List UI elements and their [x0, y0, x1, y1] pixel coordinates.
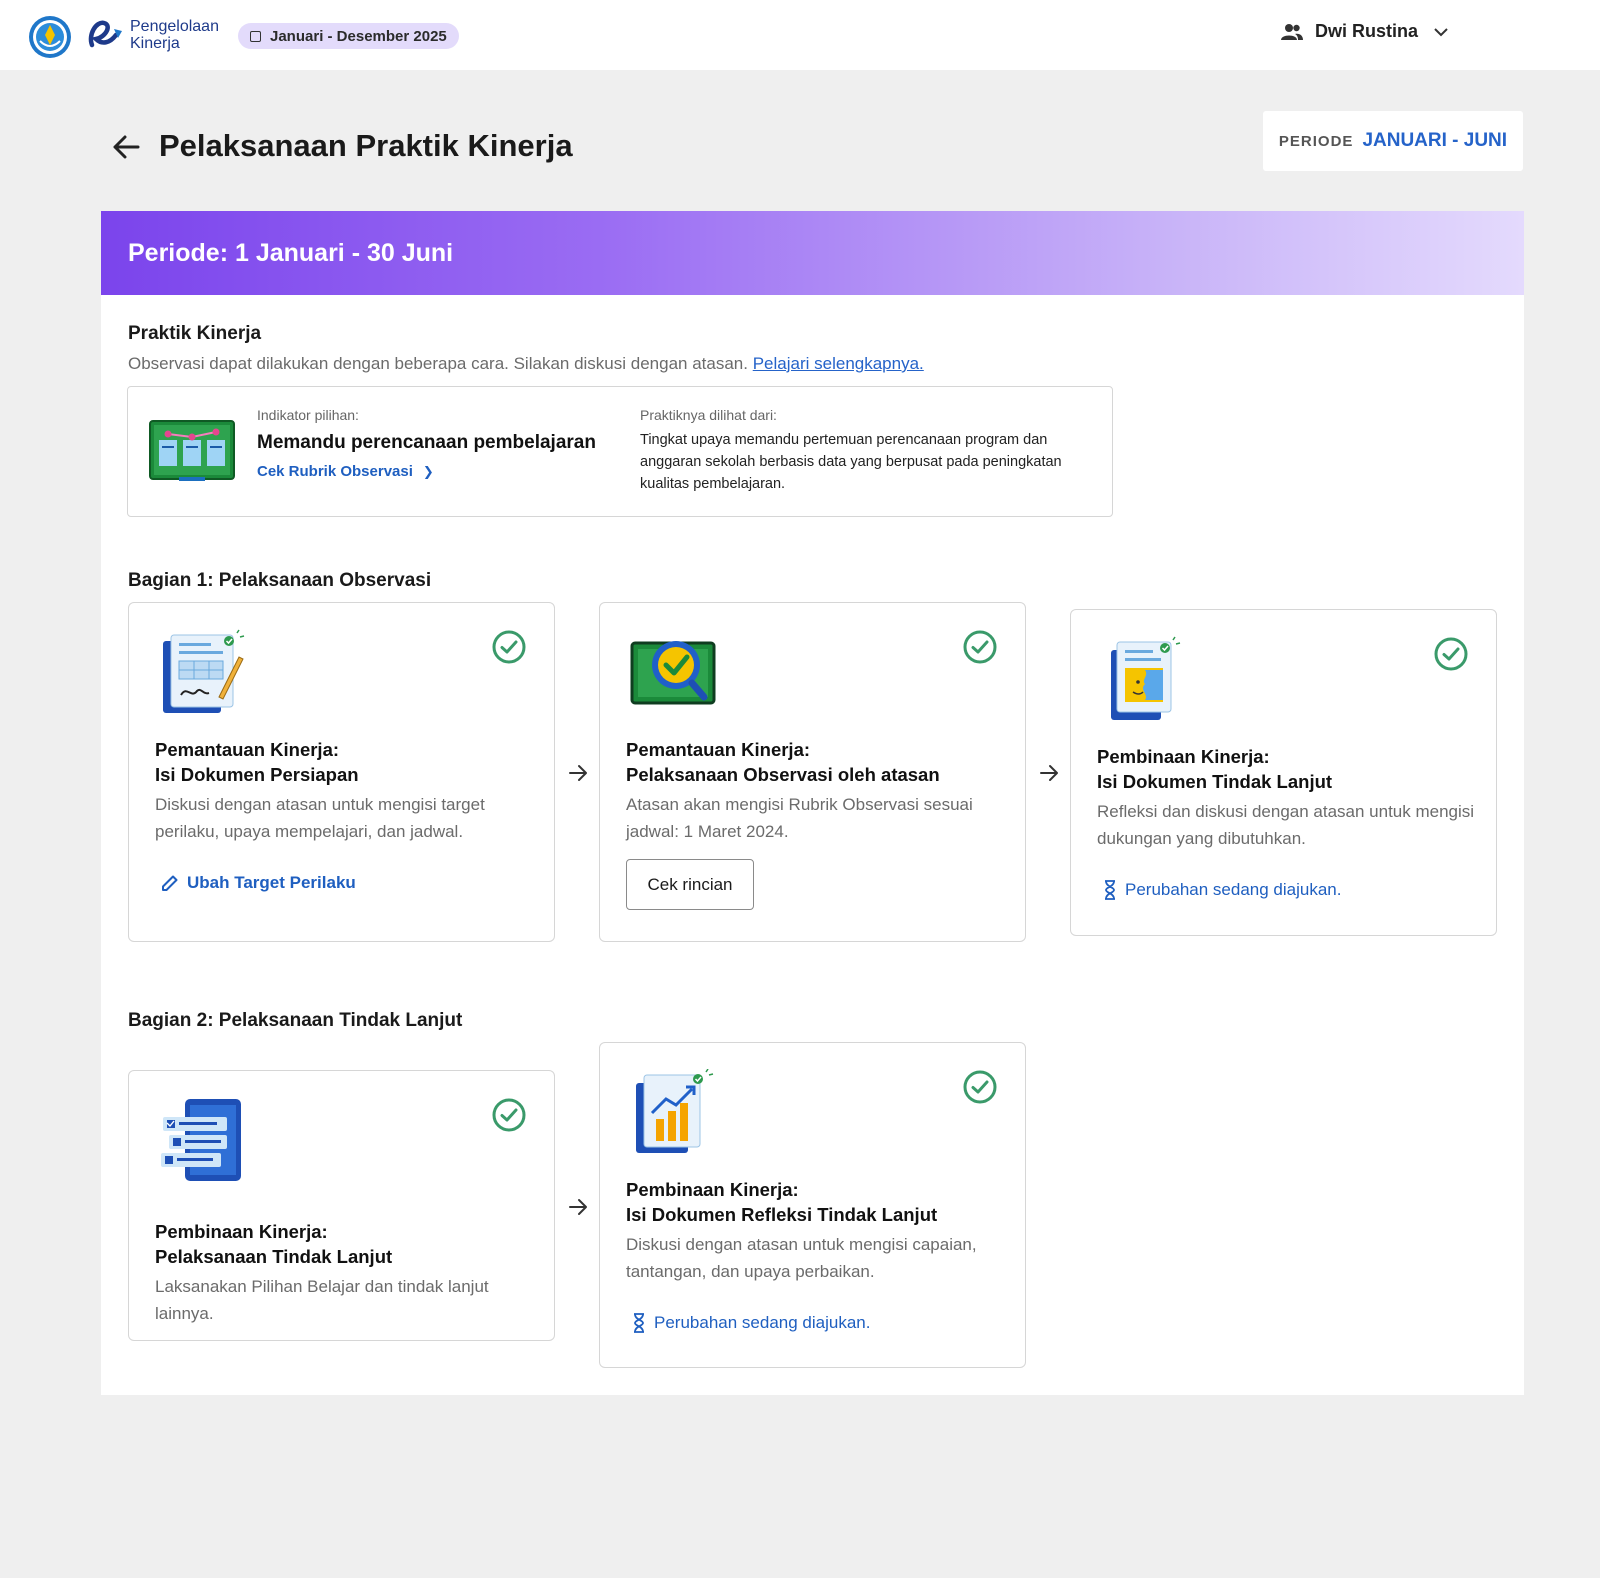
- hourglass-icon: [634, 1313, 644, 1333]
- check-circle-icon: [492, 1098, 526, 1132]
- period-banner: Periode: 1 Januari - 30 Juni: [101, 211, 1524, 295]
- cek-rincian-button[interactable]: Cek rincian: [626, 859, 754, 910]
- praktik-desc-text: Observasi dapat dilakukan dengan beberap…: [128, 354, 748, 373]
- checklist-tablet-illustration-icon: [161, 1099, 241, 1181]
- step-card-observasi-atasan: Pemantauan Kinerja: Pelaksanaan Observas…: [599, 602, 1026, 942]
- periode-value: JANUARI - JUNI: [1362, 130, 1508, 151]
- step-card-pelaksanaan-tindak-lanjut: Pembinaan Kinerja: Pelaksanaan Tindak La…: [128, 1070, 555, 1341]
- cek-rubrik-link[interactable]: Cek Rubrik Observasi ❯: [257, 463, 596, 480]
- pending-change-status: Perubahan sedang diajukan.: [632, 1313, 870, 1333]
- step-desc: Diskusi dengan atasan untuk mengisi capa…: [626, 1235, 977, 1281]
- pending-change-label: Perubahan sedang diajukan.: [1125, 880, 1342, 899]
- praktik-desc: Observasi dapat dilakukan dengan beberap…: [128, 354, 924, 374]
- cek-rubrik-label: Cek Rubrik Observasi: [257, 463, 413, 480]
- brand-text: Pengelolaan Kinerja: [130, 18, 219, 52]
- step-title-line2: Isi Dokumen Tindak Lanjut: [1097, 771, 1333, 792]
- step-title-line1: Pemantauan Kinerja:: [155, 739, 340, 760]
- user-menu[interactable]: Dwi Rustina: [1280, 21, 1460, 42]
- step-desc: Refleksi dan diskusi dengan atasan untuk…: [1097, 802, 1475, 848]
- chevron-down-icon: [1434, 27, 1448, 36]
- chevron-right-icon: ❯: [422, 463, 434, 479]
- step-title-line1: Pembinaan Kinerja:: [1097, 746, 1270, 767]
- step-title-line2: Pelaksanaan Observasi oleh atasan: [626, 764, 940, 785]
- arrow-right-icon: [569, 765, 587, 781]
- step-title-line1: Pembinaan Kinerja:: [626, 1179, 799, 1200]
- praktik-title: Praktik Kinerja: [128, 323, 262, 344]
- check-circle-icon: [1434, 637, 1468, 671]
- check-circle-icon: [963, 1070, 997, 1104]
- arrow-right-icon: [569, 1199, 587, 1215]
- pending-change-label: Perubahan sedang diajukan.: [654, 1313, 871, 1332]
- step-card-dokumen-persiapan: Pemantauan Kinerja: Isi Dokumen Persiapa…: [128, 602, 555, 942]
- seen-label: Praktiknya dilihat dari:: [640, 407, 777, 423]
- periode-label: PERIODE: [1278, 132, 1354, 150]
- check-circle-icon: [963, 630, 997, 664]
- step-title-line2: Pelaksanaan Tindak Lanjut: [155, 1246, 393, 1267]
- brand-line1: Pengelolaan: [130, 18, 219, 35]
- indicator-name: Memandu perencanaan pembelajaran: [257, 432, 596, 453]
- step-card-refleksi-tindak-lanjut: Pembinaan Kinerja: Isi Dokumen Refleksi …: [599, 1042, 1026, 1368]
- indicator-label: Indikator pilihan:: [257, 407, 359, 423]
- magnifier-check-illustration-icon: [630, 641, 716, 705]
- step-card-dokumen-tindak-lanjut: Pembinaan Kinerja: Isi Dokumen Tindak La…: [1070, 609, 1497, 936]
- step-title-line2: Isi Dokumen Refleksi Tindak Lanjut: [626, 1204, 938, 1225]
- indicator-card: Indikator pilihan: Memandu perencanaan p…: [127, 386, 1113, 517]
- step-title-line2: Isi Dokumen Persiapan: [155, 764, 359, 785]
- user-name: Dwi Rustina: [1314, 21, 1418, 41]
- hourglass-icon: [1105, 880, 1115, 900]
- document-sign-illustration-icon: [163, 629, 245, 713]
- ubah-target-perilaku-link[interactable]: Ubah Target Perilaku: [161, 873, 356, 893]
- indicator-left: Indikator pilihan: Memandu perencanaan p…: [257, 407, 596, 480]
- check-circle-icon: [492, 630, 526, 664]
- seen-desc: Tingkat upaya memandu pertemuan perencan…: [640, 432, 1062, 492]
- pending-change-status: Perubahan sedang diajukan.: [1103, 880, 1341, 900]
- pencil-icon: [162, 875, 178, 891]
- ubah-target-label: Ubah Target Perilaku: [187, 873, 356, 892]
- step-title: Pembinaan Kinerja: Pelaksanaan Tindak La…: [155, 1219, 392, 1269]
- brand-line2: Kinerja: [130, 35, 180, 52]
- reflection-doc-illustration-icon: [1111, 636, 1181, 720]
- step-title: Pembinaan Kinerja: Isi Dokumen Tindak La…: [1097, 744, 1332, 794]
- periode-box: PERIODE JANUARI - JUNI: [1263, 111, 1523, 171]
- step-title-line1: Pembinaan Kinerja:: [155, 1221, 328, 1242]
- step-title: Pemantauan Kinerja: Pelaksanaan Observas…: [626, 737, 940, 787]
- period-banner-text: Periode: 1 Januari - 30 Juni: [128, 238, 454, 267]
- learn-more-link[interactable]: Pelajari selengkapnya.: [753, 354, 924, 373]
- period-pill-label: Januari - Desember 2025: [270, 27, 447, 45]
- brand[interactable]: Pengelolaan Kinerja: [86, 15, 219, 55]
- board-illustration-icon: [149, 420, 235, 481]
- users-icon: [1280, 23, 1303, 40]
- step-title: Pembinaan Kinerja: Isi Dokumen Refleksi …: [626, 1177, 937, 1227]
- main-card: Periode: 1 Januari - 30 Juni Praktik Kin…: [101, 211, 1524, 1395]
- section1-title: Bagian 1: Pelaksanaan Observasi: [128, 570, 432, 591]
- top-bar: Pengelolaan Kinerja Januari - Desember 2…: [0, 0, 1600, 70]
- pengelolaan-kinerja-logo-icon: [88, 20, 122, 48]
- step-desc: Atasan akan mengisi Rubrik Observasi ses…: [626, 795, 973, 841]
- page-title: Pelaksanaan Praktik Kinerja: [159, 128, 573, 163]
- section2-title: Bagian 2: Pelaksanaan Tindak Lanjut: [128, 1010, 463, 1031]
- chart-report-illustration-icon: [636, 1069, 714, 1153]
- kemdikbud-logo-icon: [29, 16, 71, 58]
- calendar-icon: [250, 30, 261, 42]
- arrow-right-icon: [1040, 765, 1058, 781]
- period-pill[interactable]: Januari - Desember 2025: [238, 23, 459, 49]
- step-title-line1: Pemantauan Kinerja:: [626, 739, 811, 760]
- step-desc: Laksanakan Pilihan Belajar dan tindak la…: [155, 1277, 489, 1323]
- indicator-right: Praktiknya dilihat dari: Tingkat upaya m…: [640, 407, 1090, 495]
- back-arrow-icon[interactable]: [110, 131, 142, 163]
- step-desc: Diskusi dengan atasan untuk mengisi targ…: [155, 795, 485, 841]
- step-title: Pemantauan Kinerja: Isi Dokumen Persiapa…: [155, 737, 359, 787]
